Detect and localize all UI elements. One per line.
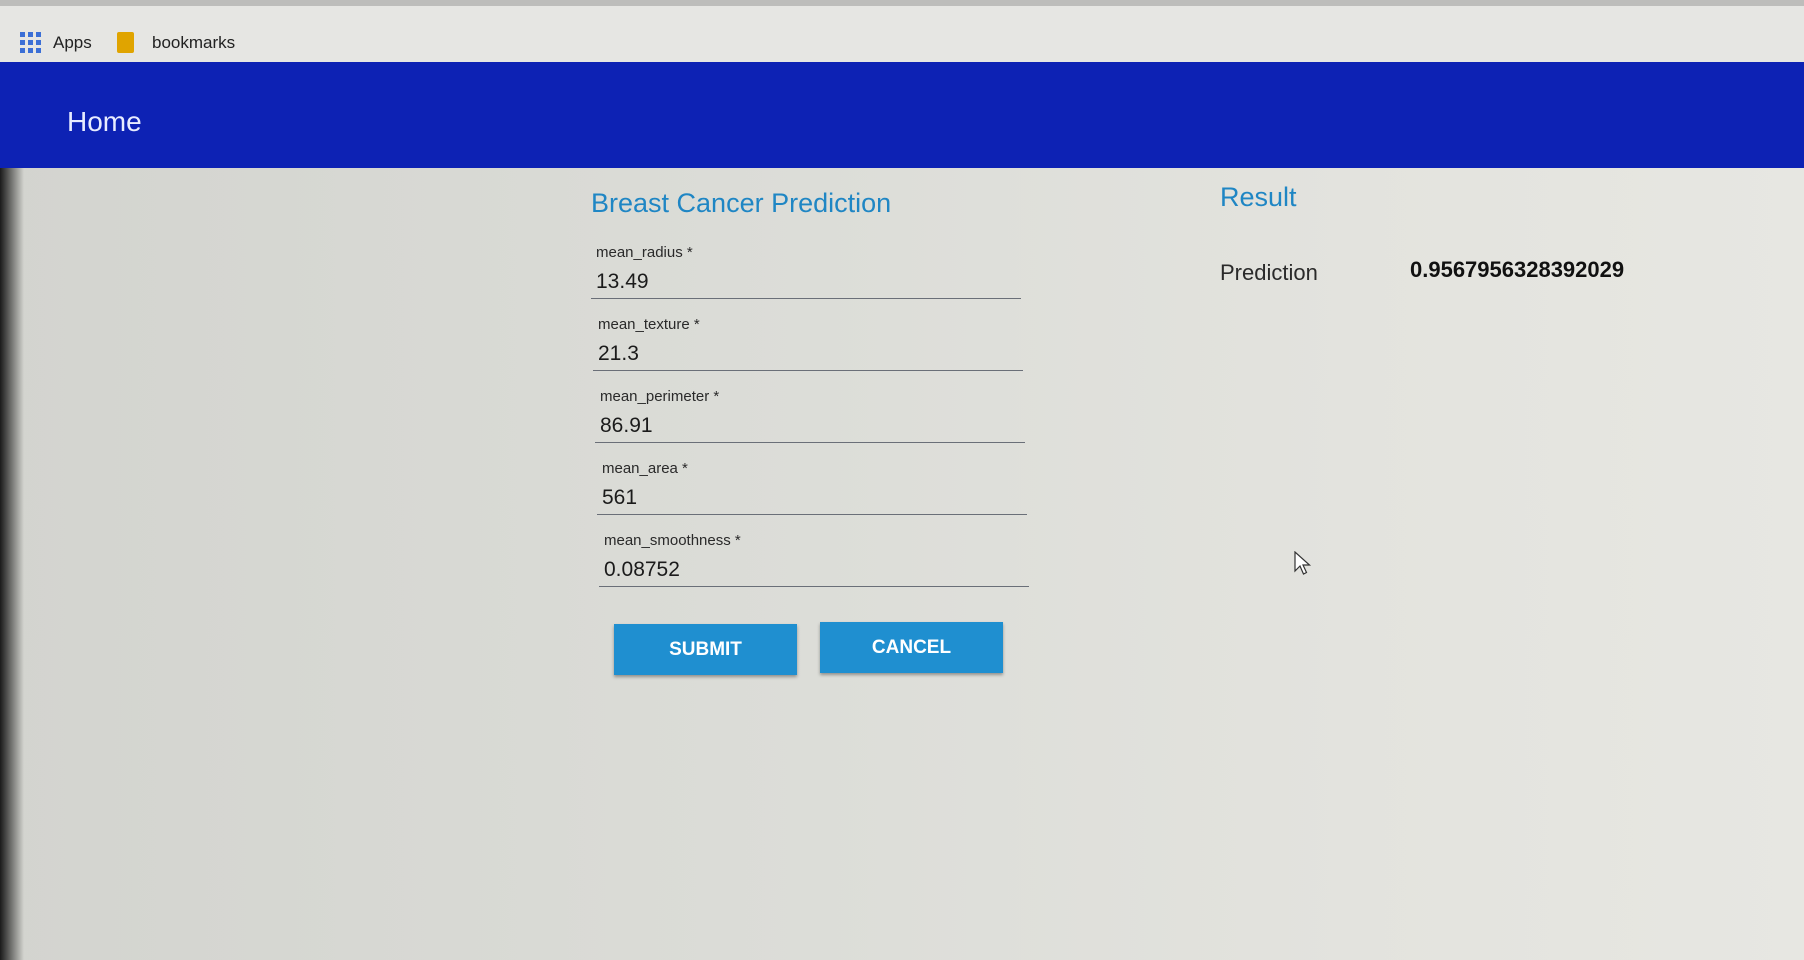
cancel-button[interactable]: CANCEL — [820, 622, 1003, 673]
field-mean-smoothness: mean_smoothness * — [599, 532, 1029, 587]
mouse-cursor-icon — [1294, 551, 1312, 575]
mean-area-input[interactable] — [597, 481, 1027, 515]
field-label: mean_texture * — [598, 316, 700, 333]
form-title: Breast Cancer Prediction — [591, 188, 892, 218]
prediction-value: 0.9567956328392029 — [1410, 257, 1625, 282]
field-mean-texture: mean_texture * — [593, 316, 1023, 371]
bookmarks-folder[interactable]: bookmarks — [117, 32, 235, 53]
mean-smoothness-input[interactable] — [599, 553, 1029, 587]
apps-label: Apps — [53, 32, 92, 52]
result-title: Result — [1220, 182, 1297, 212]
field-mean-area: mean_area * — [597, 460, 1027, 515]
top-navbar: Home — [0, 62, 1804, 168]
submit-button[interactable]: SUBMIT — [614, 624, 797, 675]
nav-home-link[interactable]: Home — [67, 106, 142, 138]
field-mean-radius: mean_radius * — [591, 244, 1021, 299]
mean-texture-input[interactable] — [593, 337, 1023, 371]
folder-icon — [117, 32, 134, 53]
field-label: mean_perimeter * — [600, 388, 720, 405]
field-mean-perimeter: mean_perimeter * — [595, 388, 1025, 443]
bookmarks-label: bookmarks — [152, 32, 236, 52]
field-label: mean_radius * — [596, 244, 693, 261]
mean-perimeter-input[interactable] — [595, 409, 1025, 443]
field-label: mean_smoothness * — [604, 532, 741, 549]
screen-edge-shadow — [0, 168, 24, 960]
apps-bookmark[interactable]: Apps — [20, 32, 92, 53]
mean-radius-input[interactable] — [591, 265, 1021, 299]
bookmarks-bar: Apps bookmarks — [0, 0, 1804, 62]
apps-grid-icon — [20, 32, 41, 53]
field-label: mean_area * — [602, 460, 688, 477]
prediction-label: Prediction — [1220, 260, 1318, 285]
